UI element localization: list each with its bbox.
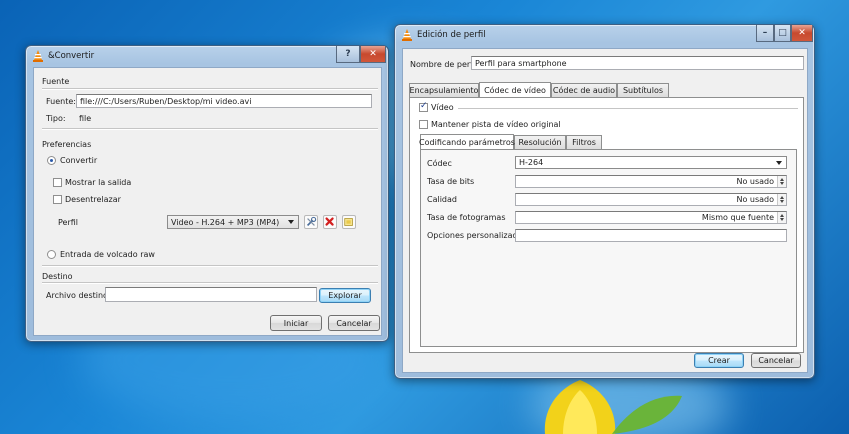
destination-group-title: Destino bbox=[42, 272, 73, 281]
tab-encapsulation[interactable]: Encapsulamiento bbox=[409, 83, 479, 97]
cancel-button[interactable]: Cancelar bbox=[328, 315, 380, 331]
minimize-button[interactable]: – bbox=[756, 25, 774, 42]
quality-stepper[interactable]: No usado bbox=[515, 193, 787, 206]
delete-profile-button[interactable] bbox=[323, 215, 337, 229]
subtab-resolution[interactable]: Resolución bbox=[514, 135, 566, 149]
new-profile-button[interactable] bbox=[342, 215, 356, 229]
custom-options-input[interactable] bbox=[515, 229, 787, 242]
show-output-label: Mostrar la salida bbox=[65, 178, 132, 187]
bitrate-stepper[interactable]: No usado bbox=[515, 175, 787, 188]
video-checkbox[interactable] bbox=[419, 101, 428, 112]
profile-client: Nombre de perfil Perfil para smartphone … bbox=[402, 48, 808, 373]
type-label: Tipo: bbox=[46, 114, 66, 123]
cancel-button[interactable]: Cancelar bbox=[751, 353, 801, 368]
custom-options-label: Opciones personalizadas bbox=[427, 231, 527, 240]
codec-select[interactable]: H-264 bbox=[515, 156, 787, 169]
spin-arrows-icon[interactable] bbox=[777, 176, 786, 187]
source-group-title: Fuente bbox=[42, 77, 70, 86]
wrench-icon bbox=[306, 216, 317, 227]
profile-titlebar[interactable]: Edición de perfil – □ ✕ bbox=[395, 25, 814, 45]
framerate-value: Mismo que fuente bbox=[701, 213, 774, 222]
destination-file-label: Archivo destino: bbox=[46, 291, 111, 300]
vlc-cone-icon bbox=[402, 29, 412, 41]
destination-file-input[interactable] bbox=[105, 287, 317, 302]
spin-arrows-icon[interactable] bbox=[777, 212, 786, 223]
desktop-leaf-icon bbox=[612, 395, 682, 434]
chevron-down-icon bbox=[288, 220, 294, 224]
profile-select[interactable]: Video - H.264 + MP3 (MP4) bbox=[167, 215, 299, 229]
new-profile-icon bbox=[344, 218, 353, 226]
profile-window: Edición de perfil – □ ✕ Nombre de perfil… bbox=[394, 24, 815, 379]
deinterlace-label: Desentrelazar bbox=[65, 195, 121, 204]
separator bbox=[42, 128, 378, 130]
tab-subtitles[interactable]: Subtítulos bbox=[617, 83, 669, 97]
preferences-group-title: Preferencias bbox=[42, 140, 92, 149]
show-output-checkbox[interactable] bbox=[53, 178, 62, 187]
source-field[interactable]: file:///C:/Users/Ruben/Desktop/mi video.… bbox=[76, 94, 372, 108]
convert-radio[interactable] bbox=[47, 156, 56, 165]
start-button[interactable]: Iniciar bbox=[270, 315, 322, 331]
convert-client: Fuente Fuente: file:///C:/Users/Ruben/De… bbox=[33, 67, 382, 336]
tab-audio-codec[interactable]: Códec de audio bbox=[551, 83, 617, 97]
profile-select-value: Video - H.264 + MP3 (MP4) bbox=[171, 217, 280, 227]
vlc-cone-icon bbox=[33, 50, 43, 62]
help-button[interactable]: ? bbox=[336, 46, 360, 63]
delete-x-icon bbox=[325, 217, 334, 226]
close-button[interactable]: ✕ bbox=[791, 25, 813, 42]
keep-track-label: Mantener pista de vídeo original bbox=[431, 120, 561, 129]
raw-dump-radio[interactable] bbox=[47, 250, 56, 259]
subtab-filters[interactable]: Filtros bbox=[566, 135, 602, 149]
create-button[interactable]: Crear bbox=[694, 353, 744, 368]
framerate-label: Tasa de fotogramas bbox=[427, 213, 506, 222]
separator bbox=[42, 282, 378, 284]
source-label: Fuente: bbox=[46, 97, 76, 106]
chevron-down-icon bbox=[776, 160, 782, 165]
quality-value: No usado bbox=[736, 195, 774, 204]
convert-titlebar[interactable]: &Convertir ? ✕ bbox=[26, 46, 388, 66]
quality-label: Calidad bbox=[427, 195, 457, 204]
close-button[interactable]: ✕ bbox=[360, 46, 386, 63]
profile-label: Perfil bbox=[58, 218, 79, 227]
codec-label: Códec bbox=[427, 159, 452, 168]
spin-arrows-icon[interactable] bbox=[777, 194, 786, 205]
video-codec-panel: Vídeo Mantener pista de vídeo original C… bbox=[409, 97, 804, 353]
separator bbox=[42, 88, 378, 90]
edit-profile-button[interactable] bbox=[304, 215, 318, 229]
separator bbox=[458, 108, 798, 110]
tab-video-codec[interactable]: Códec de vídeo bbox=[479, 82, 551, 97]
raw-dump-label: Entrada de volcado raw bbox=[60, 250, 155, 259]
framerate-stepper[interactable]: Mismo que fuente bbox=[515, 211, 787, 224]
bitrate-label: Tasa de bits bbox=[427, 177, 475, 186]
profile-name-label: Nombre de perfil bbox=[410, 60, 478, 69]
encoding-parameters-panel: Códec H-264 Tasa de bits No usado Calida… bbox=[420, 149, 797, 347]
browse-button[interactable]: Explorar bbox=[319, 288, 371, 303]
deinterlace-checkbox[interactable] bbox=[53, 195, 62, 204]
maximize-button[interactable]: □ bbox=[774, 25, 791, 42]
profile-name-input[interactable]: Perfil para smartphone bbox=[471, 56, 804, 70]
keep-track-checkbox[interactable] bbox=[419, 120, 428, 129]
video-checkbox-label: Vídeo bbox=[431, 103, 454, 112]
convert-window: &Convertir ? ✕ Fuente Fuente: file:///C:… bbox=[25, 45, 389, 342]
type-value: file bbox=[79, 114, 92, 123]
convert-label: Convertir bbox=[60, 156, 98, 165]
bitrate-value: No usado bbox=[736, 177, 774, 186]
window-title: Edición de perfil bbox=[417, 30, 486, 40]
subtab-encoding-parameters[interactable]: Codificando parámetros bbox=[419, 134, 515, 149]
codec-select-value: H-264 bbox=[519, 158, 544, 167]
window-title: &Convertir bbox=[48, 51, 95, 61]
separator bbox=[42, 265, 378, 267]
